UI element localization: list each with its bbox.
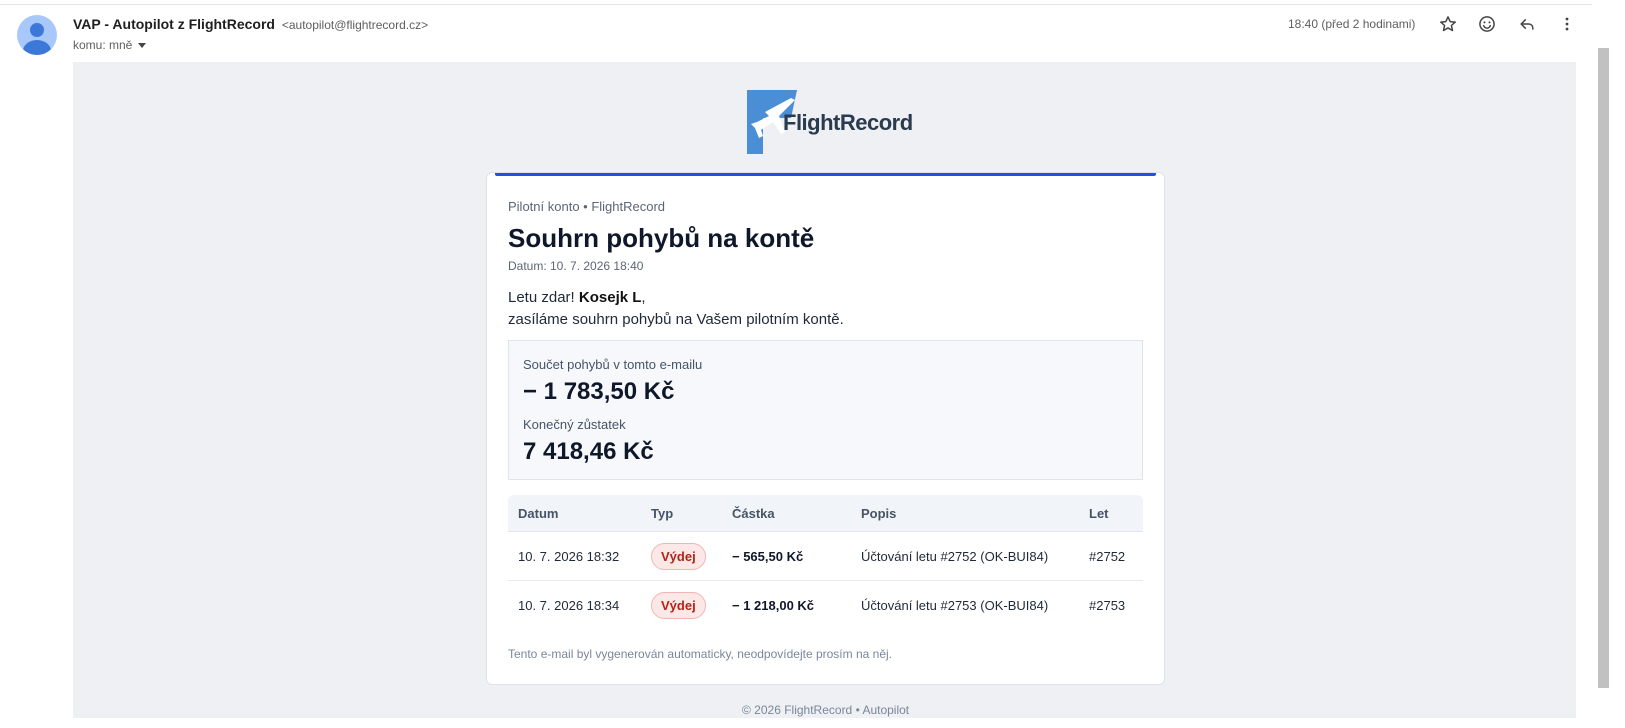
sum-label: Součet pohybů v tomto e-mailu <box>523 357 703 372</box>
greeting-line2: zasíláme souhrn pohybů na Vašem pilotním… <box>508 311 844 328</box>
auto-generated-note: Tento e-mail byl vygenerován automaticky… <box>508 647 892 661</box>
caret-down-icon[interactable] <box>138 43 147 49</box>
greeting-prefix: Letu zdar! <box>508 289 579 306</box>
header-type: Typ <box>651 506 674 521</box>
table-header: Datum Typ Částka Popis Let <box>508 495 1143 532</box>
row-amount: − 1 218,00 Kč <box>732 598 815 613</box>
sender-line: VAP - Autopilot z FlightRecord <autopilo… <box>73 16 428 32</box>
greeting: Letu zdar! Kosejk L, zasíláme souhrn poh… <box>508 287 844 331</box>
avatar-head <box>30 23 44 37</box>
transactions-table: Datum Typ Částka Popis Let 10. 7. 2026 1… <box>508 495 1143 630</box>
greeting-suffix: , <box>641 289 646 306</box>
card-eyebrow: Pilotní konto • FlightRecord <box>508 199 666 214</box>
message-time: 18:40 (před 2 hodinami) <box>1288 17 1416 31</box>
row-description: Účtování letu #2752 (OK-BUI84) <box>861 549 1049 564</box>
card-accent-bar <box>495 173 1156 176</box>
table-row: 10. 7. 2026 18:32 Výdej − 565,50 Kč Účto… <box>508 532 1143 581</box>
header-description: Popis <box>861 506 897 521</box>
row-flight: #2753 <box>1089 598 1126 613</box>
row-date: 10. 7. 2026 18:32 <box>518 549 620 564</box>
type-badge: Výdej <box>651 543 706 570</box>
header-date: Datum <box>518 506 559 521</box>
scrollbar[interactable] <box>1598 48 1609 688</box>
footer-copyright: © 2026 FlightRecord • Autopilot <box>742 703 910 717</box>
reply-icon[interactable] <box>1517 14 1537 34</box>
row-amount: − 565,50 Kč <box>732 549 804 564</box>
balance-label: Konečný zůstatek <box>523 417 626 432</box>
row-flight: #2752 <box>1089 549 1126 564</box>
totals-box: Součet pohybů v tomto e-mailu − 1 783,50… <box>508 340 1143 480</box>
row-date: 10. 7. 2026 18:34 <box>518 598 620 613</box>
summary-card: Pilotní konto • FlightRecord Souhrn pohy… <box>486 172 1165 685</box>
sender-email: <autopilot@flightrecord.cz> <box>281 18 429 32</box>
balance-value: 7 418,46 Kč <box>523 438 654 465</box>
logo-text: FlightRecord <box>783 110 913 135</box>
emoji-icon[interactable] <box>1477 14 1497 34</box>
header-flight: Let <box>1089 506 1109 521</box>
recipient-toggle[interactable]: komu: mně <box>73 38 147 52</box>
greeting-name: Kosejk L <box>578 289 642 306</box>
recipient-label: komu: mně <box>73 38 133 52</box>
sum-value: − 1 783,50 Kč <box>523 378 675 405</box>
table-row: 10. 7. 2026 18:34 Výdej − 1 218,00 Kč Úč… <box>508 581 1143 630</box>
more-vert-icon[interactable] <box>1557 14 1577 34</box>
card-title: Souhrn pohybů na kontě <box>508 223 815 253</box>
sender-name[interactable]: VAP - Autopilot z FlightRecord <box>73 16 275 32</box>
avatar-body <box>23 40 51 55</box>
card-date: Datum: 10. 7. 2026 18:40 <box>508 259 644 273</box>
top-divider <box>0 4 1592 5</box>
row-description: Účtování letu #2753 (OK-BUI84) <box>861 598 1049 613</box>
header-amount: Částka <box>732 506 775 521</box>
type-badge: Výdej <box>651 592 706 619</box>
star-icon[interactable] <box>1438 14 1458 34</box>
sender-avatar[interactable] <box>17 15 57 55</box>
